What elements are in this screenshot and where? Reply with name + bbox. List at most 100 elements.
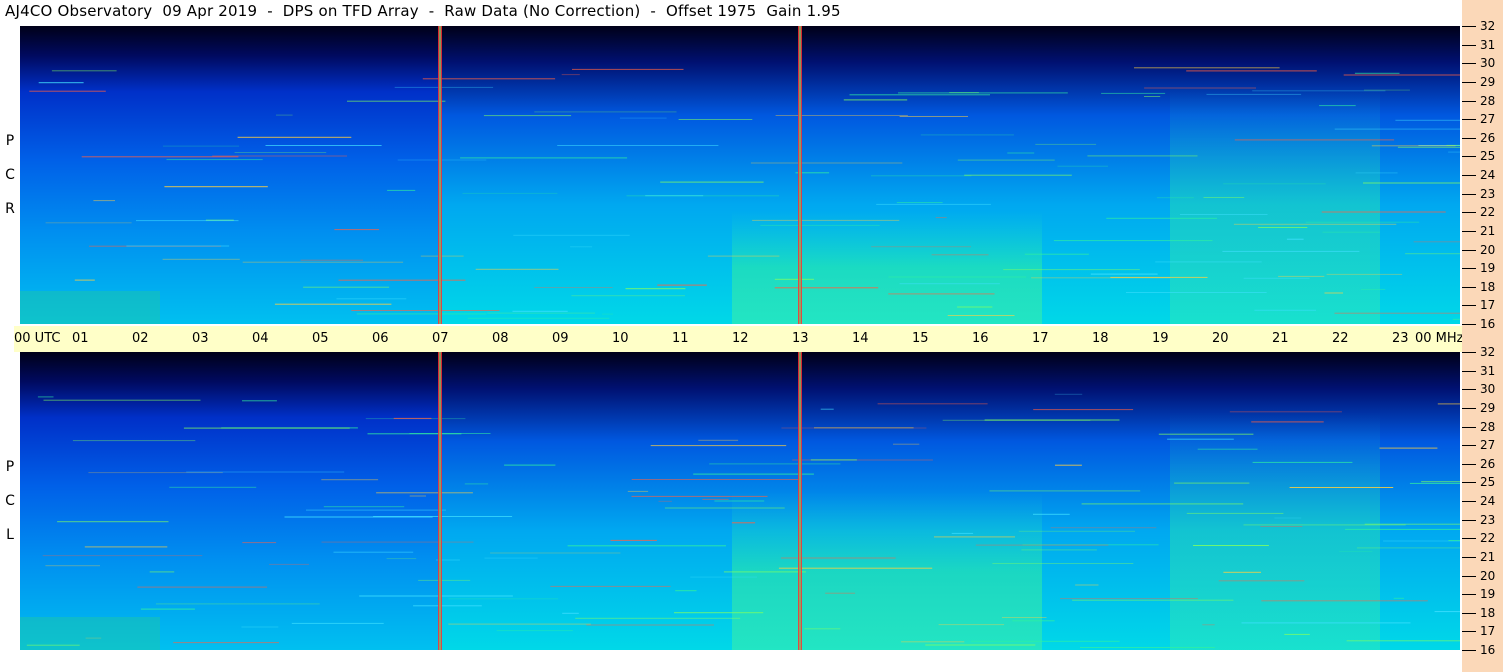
interference-line <box>877 403 988 405</box>
rcp-spectrogram-image <box>20 26 1460 324</box>
interference-line <box>1286 238 1304 240</box>
freq-tick <box>1462 482 1476 484</box>
interference-line <box>242 261 404 263</box>
freq-tick <box>1462 426 1476 428</box>
interference-line <box>1452 318 1460 320</box>
interference-line <box>1254 309 1317 311</box>
interference-line <box>57 521 169 523</box>
interference-line <box>631 495 768 497</box>
interference-line <box>1155 261 1262 263</box>
interference-line <box>1180 214 1268 215</box>
interference-line <box>513 234 630 236</box>
interference-line <box>843 99 908 101</box>
freq-label-rcp-27: 27 <box>1480 112 1496 127</box>
interference-line <box>752 219 900 221</box>
interference-line <box>376 492 473 494</box>
interference-line <box>619 117 667 119</box>
interference-line <box>567 545 726 547</box>
interference-line <box>1397 146 1460 148</box>
interference-line <box>413 605 482 607</box>
interference-line <box>1156 197 1194 199</box>
interference-line <box>483 115 572 117</box>
freq-tick <box>1462 324 1476 325</box>
interference-line <box>750 162 903 164</box>
freq-tick <box>1462 538 1476 540</box>
interference-line <box>698 439 739 441</box>
interference-line <box>1186 512 1284 514</box>
freq-label-rcp-20: 20 <box>1480 242 1496 257</box>
interference-line <box>338 279 466 281</box>
interference-line <box>1202 624 1215 626</box>
marker-line-core-07 <box>439 352 441 650</box>
interference-line <box>1437 403 1460 405</box>
freq-tick <box>1462 286 1476 288</box>
time-label-3: 03 <box>192 331 209 346</box>
freq-label-rcp-29: 29 <box>1480 74 1496 89</box>
interference-line <box>1379 447 1438 449</box>
time-label-6: 06 <box>372 331 389 346</box>
freq-tick <box>1462 119 1476 121</box>
interference-line <box>1087 155 1198 157</box>
interference-line <box>1319 105 1356 107</box>
interference-line <box>1355 172 1398 174</box>
freq-tick <box>1462 445 1476 447</box>
interference-line <box>896 202 943 204</box>
interference-line <box>422 78 556 80</box>
interference-line <box>586 624 714 626</box>
interference-line <box>1260 526 1303 527</box>
freq-label-lcp-32: 32 <box>1480 345 1496 359</box>
interference-line <box>1060 598 1198 600</box>
interference-line <box>657 284 707 286</box>
interference-line <box>1421 481 1460 483</box>
interference-line <box>1033 409 1134 411</box>
interference-line <box>356 313 487 315</box>
freq-label-lcp-19: 19 <box>1480 587 1496 602</box>
interference-line <box>1258 227 1308 228</box>
interference-line <box>1053 240 1213 242</box>
interference-line <box>448 623 591 625</box>
interference-line <box>74 279 95 281</box>
interference-line <box>490 552 621 554</box>
interference-line <box>562 612 579 614</box>
interference-line <box>1206 93 1302 95</box>
interference-line <box>409 495 426 497</box>
interference-line <box>675 590 697 592</box>
freq-tick <box>1462 389 1476 391</box>
interference-line <box>572 68 684 70</box>
marker-line-core-13 <box>799 352 801 650</box>
interference-line <box>487 312 595 314</box>
interference-line <box>601 313 613 315</box>
time-label-5: 05 <box>312 331 329 346</box>
freq-label-lcp-26: 26 <box>1480 456 1496 471</box>
interference-line <box>893 443 920 445</box>
interference-line <box>888 276 1027 278</box>
interference-line <box>707 255 780 257</box>
interference-line <box>1252 461 1353 463</box>
interference-line <box>731 522 756 524</box>
interference-line <box>269 563 309 565</box>
freq-tick <box>1462 26 1476 27</box>
interference-line <box>920 134 1014 136</box>
freq-tick <box>1462 44 1476 46</box>
interference-line <box>1218 580 1305 582</box>
interference-line <box>1075 584 1099 586</box>
interference-line <box>1360 288 1386 290</box>
interference-line <box>284 516 433 518</box>
freq-label-lcp-20: 20 <box>1480 568 1496 583</box>
interference-line <box>169 486 257 488</box>
freq-tick <box>1462 631 1476 633</box>
interference-line <box>1234 139 1395 141</box>
interference-line <box>1322 231 1380 233</box>
freq-label-lcp-25: 25 <box>1480 475 1496 490</box>
interference-line <box>571 295 685 297</box>
interference-line <box>45 222 132 224</box>
interference-line <box>1054 393 1083 395</box>
interference-line <box>321 541 474 543</box>
interference-line <box>237 136 352 138</box>
interference-line <box>1343 74 1460 76</box>
interference-line <box>386 558 417 560</box>
interference-line <box>626 195 779 197</box>
interference-line <box>241 626 279 628</box>
chart-title: AJ4CO Observatory 09 Apr 2019 - DPS on T… <box>5 2 841 20</box>
interference-line <box>1339 550 1373 552</box>
